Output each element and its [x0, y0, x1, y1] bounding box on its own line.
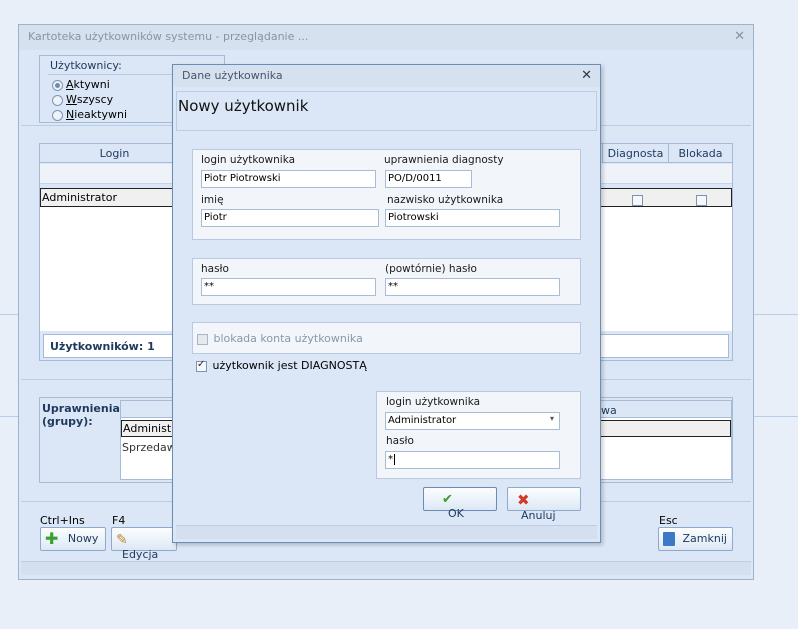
user-data-group: login użytkownika Piotr Piotrowski upraw… — [192, 149, 581, 240]
dialog-heading: Nowy użytkownik — [178, 97, 309, 115]
exit-icon — [663, 532, 675, 546]
main-close-icon[interactable]: ✕ — [734, 29, 745, 44]
col-login[interactable]: Login — [40, 144, 190, 163]
password-input[interactable]: ** — [201, 278, 376, 296]
dialog-title-bar: Dane użytkownika — [173, 65, 600, 87]
diagnosta-checkbox[interactable]: ✓ użytkownik jest DIAGNOSTĄ — [196, 359, 367, 372]
password-label: hasło — [201, 263, 229, 275]
check-icon: ✓ — [196, 358, 207, 372]
permissions-col-partial: wa — [601, 404, 617, 417]
radio-active-icon — [52, 79, 63, 91]
auth-login-label: login użytkownika — [386, 396, 481, 408]
last-name-label: nazwisko użytkownika — [387, 194, 504, 206]
chevron-down-icon: ▾ — [549, 414, 554, 423]
first-name-label: imię — [201, 194, 224, 206]
close-button[interactable]: Zamknij — [658, 527, 733, 551]
auth-login-select[interactable]: Administrator ▾ — [385, 412, 560, 430]
radio-inactive-icon — [52, 109, 63, 121]
dialog-body: login użytkownika Piotr Piotrowski upraw… — [176, 133, 597, 523]
row-blokada-checkbox[interactable] — [696, 193, 707, 206]
dialog-status-bar — [176, 525, 597, 539]
password2-label: (powtórnie) hasło — [385, 263, 477, 275]
main-window-title: Kartoteka użytkowników systemu - przeglą… — [28, 30, 309, 43]
edit-shortcut: F4 — [112, 514, 126, 527]
radio-inactive-label: Nieaktywni — [66, 108, 128, 121]
lock-group: blokada konta użytkownika — [192, 322, 581, 354]
edit-button[interactable]: ✎ Edycja — [111, 527, 177, 561]
main-title-bar: Kartoteka użytkowników systemu - przeglą… — [19, 25, 753, 50]
last-name-input[interactable]: Piotrowski — [385, 209, 560, 227]
password-group: hasło ** (powtórnie) hasło ** — [192, 258, 581, 305]
col-diagnosta[interactable]: Diagnosta — [602, 144, 669, 163]
close-shortcut: Esc — [659, 514, 678, 527]
new-shortcut: Ctrl+Ins — [40, 514, 85, 527]
lock-checkbox[interactable]: blokada konta użytkownika — [197, 332, 363, 345]
plus-icon: ✚ — [45, 529, 59, 548]
auth-password-label: hasło — [386, 435, 414, 447]
users-filter-label: Użytkownicy: — [50, 59, 122, 72]
radio-active-label: Aktywni — [66, 78, 110, 91]
password2-input[interactable]: ** — [385, 278, 560, 296]
ok-button[interactable]: ✔ OK — [423, 487, 497, 520]
col-blokada[interactable]: Blokada — [669, 144, 732, 163]
new-button[interactable]: ✚ Nowy — [40, 527, 106, 551]
login-input[interactable]: Piotr Piotrowski — [201, 170, 376, 188]
first-name-input[interactable]: Piotr — [201, 209, 379, 227]
radio-active[interactable]: Aktywni — [52, 78, 110, 91]
user-dialog: Dane użytkownika ✕ Nowy użytkownik login… — [172, 64, 601, 543]
diag-input[interactable]: PO/D/0011 — [385, 170, 472, 188]
row-diagnosta-checkbox[interactable] — [632, 193, 643, 206]
dialog-close-icon[interactable]: ✕ — [581, 68, 592, 83]
dialog-header: Nowy użytkownik — [176, 91, 597, 131]
radio-all[interactable]: Wszyscy — [52, 93, 113, 106]
login-label: login użytkownika — [201, 154, 296, 166]
permissions-label: Uprawnienia (grupy): — [42, 402, 120, 428]
cancel-button[interactable]: ✖ Anuluj — [507, 487, 581, 522]
close-icon: ✖ — [517, 491, 530, 509]
auth-password-input[interactable]: * — [385, 451, 560, 469]
authorization-group: login użytkownika Administrator ▾ hasło … — [376, 391, 581, 479]
radio-inactive[interactable]: Nieaktywni — [52, 108, 127, 121]
radio-all-icon — [52, 94, 63, 106]
diag-label: uprawnienia diagnosty — [384, 154, 504, 166]
radio-all-label: Wszyscy — [66, 93, 114, 106]
status-bar — [21, 561, 751, 575]
dialog-title: Dane użytkownika — [182, 69, 283, 82]
pencil-icon: ✎ — [116, 532, 128, 548]
lock-checkbox-icon — [197, 333, 208, 345]
row-login: Administrator — [42, 191, 117, 204]
check-icon: ✔ — [442, 492, 453, 507]
